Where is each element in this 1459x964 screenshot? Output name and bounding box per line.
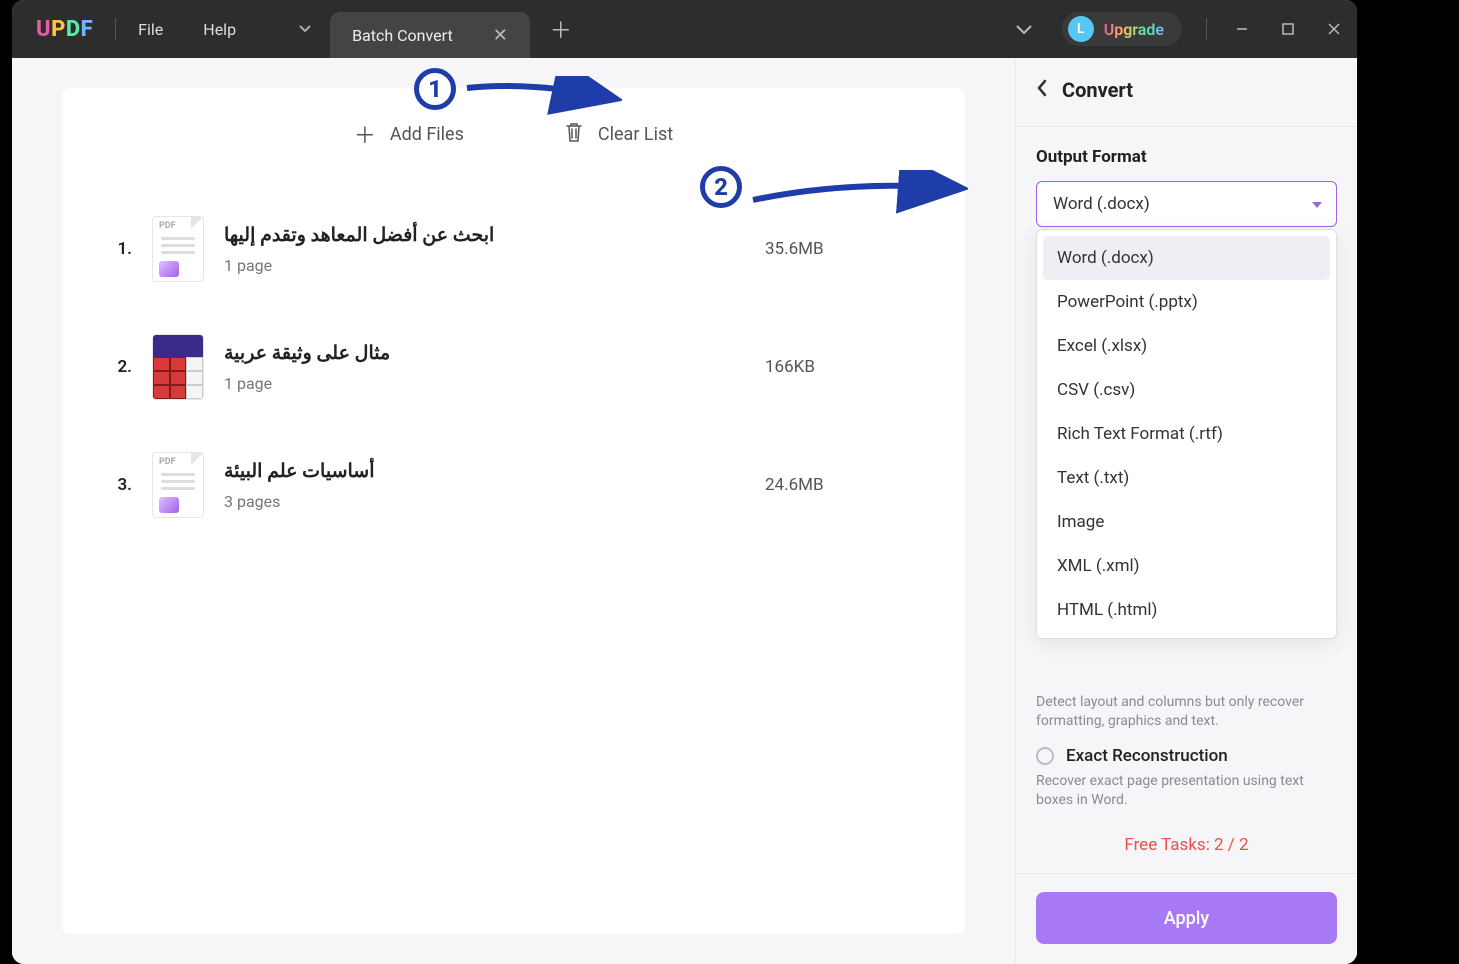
plus-icon: ＋ <box>354 118 376 150</box>
separator <box>1016 126 1357 127</box>
output-format-label: Output Format <box>1036 147 1337 167</box>
back-icon[interactable] <box>1036 79 1048 101</box>
minimize-icon[interactable] <box>1219 0 1265 58</box>
menu-file[interactable]: File <box>138 20 163 39</box>
exact-reconstruction-desc: Recover exact page presentation using te… <box>1036 772 1337 811</box>
app-logo: UPDF <box>36 17 93 42</box>
clear-list-button[interactable]: Clear List <box>564 121 673 148</box>
format-option-xml[interactable]: XML (.xml) <box>1043 544 1330 588</box>
tab-close-icon[interactable]: ✕ <box>493 25 508 46</box>
apply-button[interactable]: Apply <box>1036 892 1337 944</box>
format-option-text[interactable]: Text (.txt) <box>1043 456 1330 500</box>
file-pages: 1 page <box>224 256 745 275</box>
user-avatar: L <box>1068 16 1094 42</box>
file-title: ابحث عن أفضل المعاهد وتقدم إليها <box>224 223 745 246</box>
format-option-rtf[interactable]: Rich Text Format (.rtf) <box>1043 412 1330 456</box>
window-controls <box>1194 0 1357 58</box>
caret-down-icon <box>1312 195 1322 214</box>
panel-lower: Detect layout and columns but only recov… <box>1036 693 1337 944</box>
layout-desc: Detect layout and columns but only recov… <box>1036 693 1337 732</box>
file-thumbnail: PDF <box>152 216 204 282</box>
separator <box>1016 873 1357 874</box>
tab-add-icon[interactable]: ＋ <box>550 13 572 45</box>
app-window: UPDF File Help Batch Convert ✕ ＋ L Upgra… <box>12 0 1357 964</box>
file-meta: أساسيات علم البيئة 3 pages <box>224 459 745 511</box>
upgrade-button[interactable]: L Upgrade <box>1062 12 1182 46</box>
titlebar-right: L Upgrade <box>1016 0 1357 58</box>
separator <box>115 18 116 40</box>
exact-reconstruction-option[interactable]: Exact Reconstruction <box>1036 746 1337 766</box>
annotation-arrow-2 <box>748 170 968 220</box>
file-meta: ابحث عن أفضل المعاهد وتقدم إليها 1 page <box>224 223 745 275</box>
exact-reconstruction-label: Exact Reconstruction <box>1066 746 1228 766</box>
format-option-image[interactable]: Image <box>1043 500 1330 544</box>
file-index: 1. <box>102 239 132 259</box>
output-format-select[interactable]: Word (.docx) <box>1036 181 1337 227</box>
free-tasks-label: Free Tasks: 2 / 2 <box>1036 835 1337 855</box>
file-thumbnail <box>152 334 204 400</box>
chevron-down-icon[interactable] <box>1016 20 1032 39</box>
upgrade-label: Upgrade <box>1104 20 1164 39</box>
trash-icon <box>564 121 584 148</box>
menu-help[interactable]: Help <box>203 20 236 39</box>
close-icon[interactable] <box>1311 0 1357 58</box>
file-index: 2. <box>102 357 132 377</box>
file-meta: مثال على وثيقة عربية 1 page <box>224 341 745 393</box>
content-area: ＋ Add Files Clear List 1. PDF <box>12 58 1357 964</box>
radio-icon <box>1036 747 1054 765</box>
file-row[interactable]: 2. مثال على وثيقة عربية 1 page <box>92 308 935 426</box>
annotation-arrow-1 <box>462 76 622 116</box>
file-size: 166KB <box>765 357 925 377</box>
file-size: 24.6MB <box>765 475 925 495</box>
file-title: أساسيات علم البيئة <box>224 459 745 482</box>
add-files-label: Add Files <box>390 124 464 145</box>
format-dropdown: Word (.docx) PowerPoint (.pptx) Excel (.… <box>1036 229 1337 639</box>
file-thumbnail: PDF <box>152 452 204 518</box>
annotation-2: 2 <box>700 166 742 208</box>
separator <box>1206 18 1207 40</box>
add-files-button[interactable]: ＋ Add Files <box>354 118 464 150</box>
convert-panel: Convert Output Format Word (.docx) Word … <box>1015 58 1357 964</box>
panel-title: Convert <box>1062 78 1133 102</box>
file-pages: 3 pages <box>224 492 745 511</box>
tab-dropdown-icon[interactable] <box>286 10 324 48</box>
tab-batch-convert[interactable]: Batch Convert ✕ <box>330 12 530 58</box>
format-option-html[interactable]: HTML (.html) <box>1043 588 1330 632</box>
maximize-icon[interactable] <box>1265 0 1311 58</box>
format-option-word[interactable]: Word (.docx) <box>1043 236 1330 280</box>
annotation-1: 1 <box>414 68 456 110</box>
file-row[interactable]: 3. PDF أساسيات علم البيئة 3 pages 24.6MB <box>92 426 935 544</box>
file-list: 1. PDF ابحث عن أفضل المعاهد وتقدم إليها … <box>62 180 965 554</box>
file-title: مثال على وثيقة عربية <box>224 341 745 364</box>
tab-area: Batch Convert ✕ ＋ <box>286 0 572 58</box>
format-option-powerpoint[interactable]: PowerPoint (.pptx) <box>1043 280 1330 324</box>
format-option-csv[interactable]: CSV (.csv) <box>1043 368 1330 412</box>
file-pages: 1 page <box>224 374 745 393</box>
main-panel: ＋ Add Files Clear List 1. PDF <box>12 58 1015 964</box>
clear-list-label: Clear List <box>598 124 673 145</box>
file-index: 3. <box>102 475 132 495</box>
file-size: 35.6MB <box>765 239 925 259</box>
panel-header: Convert <box>1036 78 1337 102</box>
tab-label: Batch Convert <box>352 26 453 45</box>
format-option-excel[interactable]: Excel (.xlsx) <box>1043 324 1330 368</box>
selected-format: Word (.docx) <box>1053 194 1150 214</box>
titlebar: UPDF File Help Batch Convert ✕ ＋ L Upgra… <box>12 0 1357 58</box>
